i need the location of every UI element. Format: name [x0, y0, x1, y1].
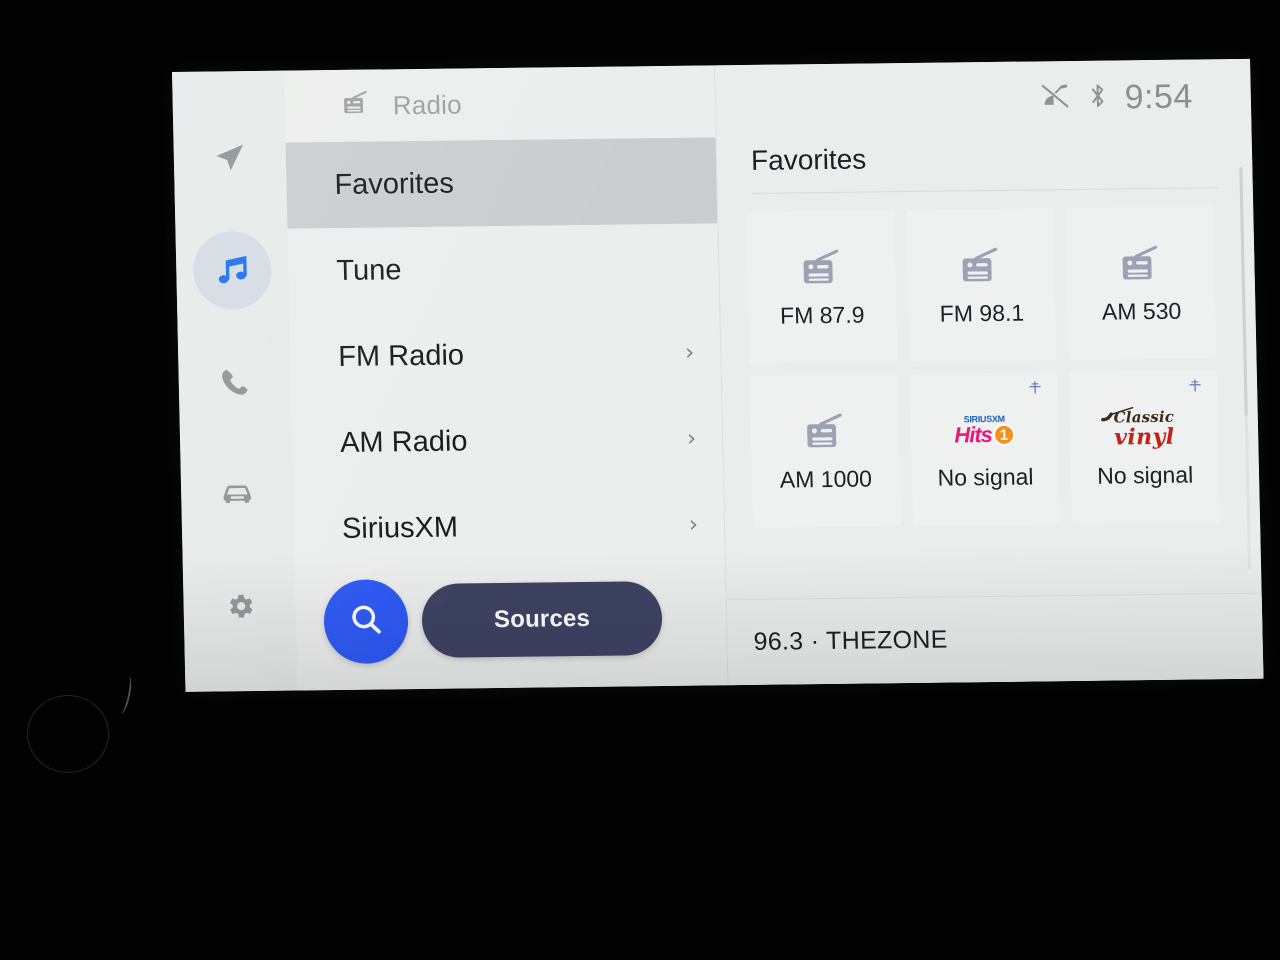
favorite-tile[interactable]: SIRIUSXM Hits 1 No signal	[909, 372, 1061, 526]
car-icon	[219, 476, 256, 512]
favorite-label: FM 98.1	[939, 299, 1025, 327]
bezel-glint	[116, 675, 134, 715]
menu-item-tune[interactable]: Tune	[287, 223, 719, 314]
favorites-title: Favorites	[750, 143, 867, 176]
phone-icon	[217, 365, 252, 399]
gear-icon	[222, 589, 257, 623]
device-photo: Radio Favorites Tune FM Radio › AM Radio	[0, 0, 1280, 960]
app-rail	[172, 70, 298, 692]
status-bar: 9:54	[715, 59, 1252, 140]
favorite-tile[interactable]: AM 530	[1065, 206, 1217, 361]
source-list-pane: Radio Favorites Tune FM Radio › AM Radio	[283, 65, 728, 691]
favorite-label: No signal	[937, 462, 1034, 491]
chevron-right-icon: ›	[686, 425, 697, 452]
pane-title: Radio	[392, 88, 463, 120]
music-note-icon	[213, 251, 252, 289]
favorite-label: AM 1000	[779, 464, 873, 493]
rail-item-vehicle[interactable]	[197, 455, 277, 534]
favorite-label: AM 530	[1101, 297, 1182, 325]
chevron-right-icon: ›	[684, 339, 695, 366]
menu-item-siriusxm[interactable]: SiriusXM ›	[293, 481, 725, 572]
favorite-tile[interactable]: Classic vinyl No signal	[1069, 370, 1221, 525]
search-button[interactable]	[323, 579, 409, 665]
menu-item-am-radio[interactable]: AM Radio ›	[291, 395, 723, 486]
navigation-arrow-icon	[212, 140, 249, 176]
menu-item-label: AM Radio	[339, 424, 468, 459]
satellite-signal-icon	[1027, 380, 1043, 394]
rail-item-media[interactable]	[192, 230, 273, 310]
channel-number-badge: 1	[992, 423, 1016, 446]
favorite-label: No signal	[1096, 461, 1194, 489]
radio-icon	[1117, 241, 1164, 288]
menu-item-label: Favorites	[334, 167, 455, 201]
rail-item-navigation[interactable]	[190, 119, 270, 198]
siriusxm-hits1-logo: SIRIUSXM Hits 1	[954, 407, 1016, 454]
infotainment-screen: Radio Favorites Tune FM Radio › AM Radio	[172, 58, 1264, 692]
favorite-tile[interactable]: AM 1000	[749, 374, 901, 528]
tonearm-icon	[1100, 406, 1134, 426]
physical-knob[interactable]	[27, 695, 109, 773]
radio-icon	[801, 409, 848, 456]
satellite-off-icon	[1040, 83, 1071, 114]
search-icon	[347, 600, 386, 643]
radio-icon	[798, 245, 845, 292]
chevron-right-icon: ›	[688, 511, 699, 538]
favorites-pane: 9:54 Favorites FM 87.9 FM 98.1 AM 530 AM…	[713, 58, 1264, 686]
vinyl-wordmark: vinyl	[1113, 423, 1175, 450]
menu-item-label: SiriusXM	[341, 511, 459, 545]
favorite-tile[interactable]: FM 98.1	[905, 208, 1057, 363]
classic-vinyl-logo: Classic vinyl	[1101, 405, 1175, 452]
rail-item-phone[interactable]	[195, 343, 275, 422]
sources-button[interactable]: Sources	[421, 581, 663, 658]
favorite-label: FM 87.9	[779, 301, 865, 329]
menu-item-label: FM Radio	[337, 338, 465, 373]
action-bar: Sources	[323, 576, 663, 665]
satellite-signal-icon	[1187, 378, 1203, 392]
menu-item-favorites[interactable]: Favorites	[285, 137, 718, 229]
bluetooth-icon	[1088, 81, 1107, 114]
now-playing-text: 96.3 · THEZONE	[753, 625, 948, 656]
menu-item-fm-radio[interactable]: FM Radio ›	[289, 309, 721, 400]
rail-item-settings[interactable]	[200, 567, 280, 646]
favorites-grid: FM 87.9 FM 98.1 AM 530 AM 1000 SIRIUSXM …	[718, 188, 1262, 599]
status-clock: 9:54	[1124, 77, 1194, 116]
hits-wordmark: Hits	[954, 421, 993, 448]
radio-icon	[957, 243, 1004, 290]
menu-item-label: Tune	[336, 253, 402, 287]
favorite-tile[interactable]: FM 87.9	[746, 210, 898, 364]
pane-header: Radio	[284, 65, 716, 142]
radio-icon	[340, 90, 371, 121]
now-playing-bar[interactable]: 96.3 · THEZONE	[726, 592, 1264, 686]
